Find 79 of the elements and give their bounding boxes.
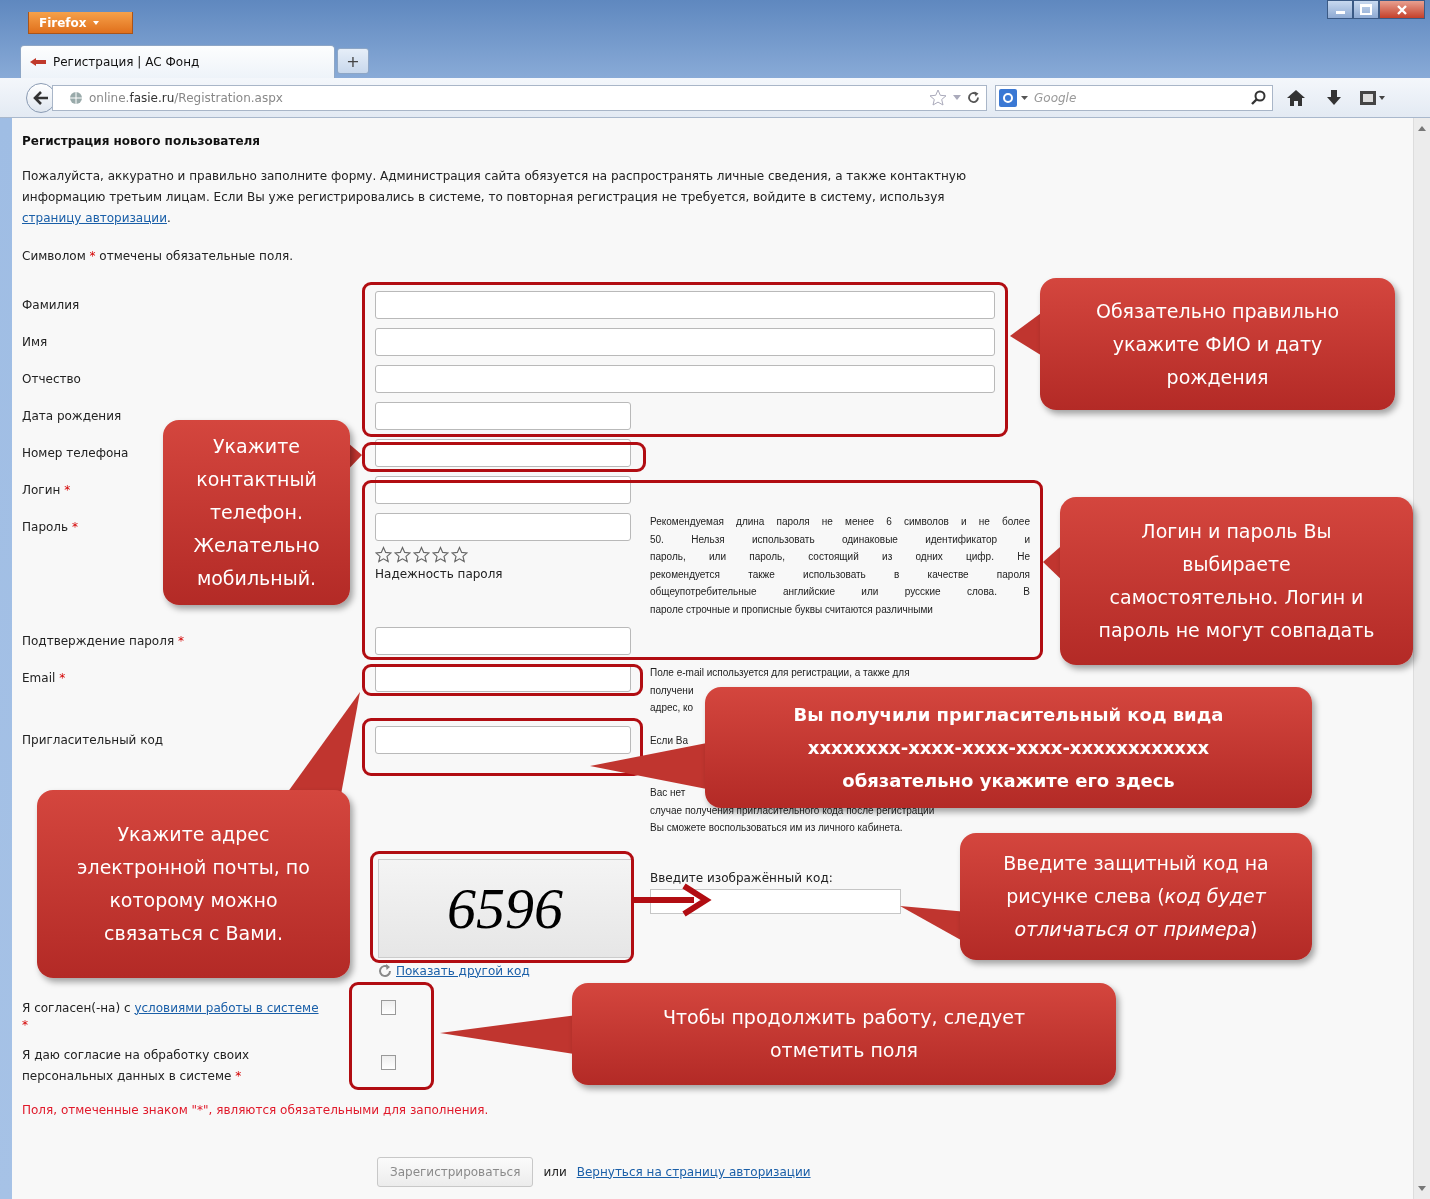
back-arrow-icon — [33, 90, 49, 105]
consent-label: Я согласен(-на) с условиями работы в системе * — [22, 999, 320, 1031]
back-to-login-link[interactable]: Вернуться на страницу авторизации — [576, 1164, 811, 1179]
minimize-button[interactable] — [1327, 0, 1353, 19]
site-icon — [29, 57, 47, 67]
callout-text: Логин и пароль Вы выбираете самостоятельно. Логин и пароль не могут совпадать — [1098, 519, 1375, 643]
page-title: Регистрация нового пользователя — [22, 134, 262, 148]
help-text: адрес, ко — [650, 701, 694, 715]
password-field[interactable] — [375, 627, 631, 655]
password-strength-label: Надежность пароля — [375, 567, 504, 581]
help-text: Поле e-mail используется для регистрации, а также для — [650, 666, 910, 680]
field-label: Дата рождения — [22, 408, 122, 425]
callout-text: Укажите адрес электронной почты, по которому можно связаться с Вами. — [77, 822, 310, 946]
field-label: Отчество — [22, 371, 81, 388]
callout-text: Обязательно правильно укажите ФИО и дату рождения — [1095, 298, 1340, 390]
login-page-link[interactable]: страницу авторизации — [22, 211, 167, 225]
help-text: получени — [650, 683, 694, 698]
star-icon — [413, 546, 430, 563]
search-engine-icon[interactable] — [999, 88, 1017, 107]
field-label: Пароль * — [22, 519, 78, 536]
search-box[interactable]: Google — [995, 84, 1273, 111]
browser-tab[interactable]: Регистрация | АС Фонд — [20, 45, 335, 78]
search-field[interactable]: Google — [1032, 89, 1247, 106]
field-label: Email * — [22, 670, 66, 687]
consent-label: Я даю согласие на обработку своих персональных данных в системе * — [22, 1046, 251, 1085]
captcha-input[interactable] — [650, 888, 901, 914]
scroll-up-icon[interactable] — [1418, 126, 1426, 131]
download-icon[interactable] — [1326, 88, 1342, 107]
search-icon[interactable] — [1251, 90, 1266, 105]
input-field[interactable] — [375, 328, 995, 356]
address-bar[interactable]: online.fasie.ru/Registration.aspx — [52, 84, 987, 111]
maximize-button[interactable] — [1353, 0, 1379, 19]
required-note: Поля, отмеченные знаком "*", являются обязательными для заполнения. — [22, 1102, 490, 1117]
help-text: Вы сможете воспользоваться им из личного кабинета. — [650, 821, 903, 835]
refresh-icon — [378, 963, 392, 978]
star-icon[interactable] — [929, 89, 947, 106]
caret-icon[interactable] — [1021, 95, 1028, 100]
new-tab-button[interactable]: + — [337, 48, 369, 74]
input-field[interactable] — [375, 725, 631, 754]
scrollbar[interactable] — [1413, 118, 1430, 1199]
help-text: Рекомендуемая длина пароля не менее 6 символов и не более 50. Нельзя использовать одинаковые идентификатор и пароль, или пароль, состоящий из одних цифр. Не рекомендуется также использовать в качестве пароля общеупотребительные английские или русские слова. В пароле строчные и прописные буквы считаются различными — [650, 515, 1030, 617]
input-field[interactable] — [375, 439, 631, 467]
bookmarks-icon[interactable] — [1359, 89, 1385, 106]
field-label: Подтверждение пароля * — [22, 633, 184, 650]
field-label: Пригласительный код — [22, 731, 164, 749]
field-label: Фамилия — [22, 297, 80, 314]
field-label: Номер телефона — [22, 445, 129, 462]
password-field[interactable] — [375, 513, 631, 541]
star-icon — [375, 546, 392, 563]
captcha-image: 6596 — [378, 858, 632, 958]
input-field[interactable] — [375, 291, 995, 319]
reload-icon[interactable] — [967, 91, 980, 104]
input-field[interactable] — [375, 365, 995, 393]
help-text: Вас нет — [650, 786, 686, 800]
callout-text: Чтобы продолжить работу, следует отметить поля — [662, 1005, 1026, 1063]
scroll-down-icon[interactable] — [1418, 1186, 1426, 1191]
callout-text: Введите защитный код на рисунке слева (код будет отличаться от примера) — [1003, 851, 1269, 942]
field-label: Логин * — [22, 482, 71, 499]
callout-text: Вы получили пригласительный код вида xxxxxxxx-xxxx-xxxx-xxxx-xxxxxxxxxxxx обязательно укажите его здесь — [793, 703, 1224, 793]
star-icon — [394, 546, 411, 563]
captcha-prompt: Введите изображённый код: — [650, 870, 834, 885]
close-icon — [1396, 4, 1408, 15]
required-legend: Символом * отмечены обязательные поля. — [22, 249, 1413, 263]
star-icon — [432, 546, 449, 563]
star-icon — [451, 546, 468, 563]
close-button[interactable] — [1379, 0, 1425, 19]
input-field[interactable] — [375, 402, 631, 430]
intro-text: Пожалуйста, аккуратно и правильно заполните форму. Администрация сайта обязуется на распространять личные сведения, а также контактную информацию третьим лицам. Если Вы уже регистрировались в системе, то повторная регистрация не требуется, войдите в систему, используя страницу авторизации. — [22, 168, 967, 227]
help-text: Если Ва — [650, 733, 688, 748]
terms-link[interactable]: условиями работы в системе — [134, 1000, 319, 1015]
globe-icon — [69, 90, 83, 105]
callout-text: Укажите контактный телефон. Желательно мобильный. — [193, 434, 320, 591]
or-text: или — [543, 1164, 567, 1179]
refresh-captcha-link[interactable]: Показать другой код — [396, 963, 530, 978]
consent-checkbox[interactable] — [381, 999, 396, 1015]
home-icon[interactable] — [1286, 88, 1306, 107]
help-text: случае получения пригласительного кода после регистрации — [650, 803, 935, 818]
field-label: Имя — [22, 334, 48, 351]
consent-checkbox[interactable] — [381, 1054, 396, 1070]
